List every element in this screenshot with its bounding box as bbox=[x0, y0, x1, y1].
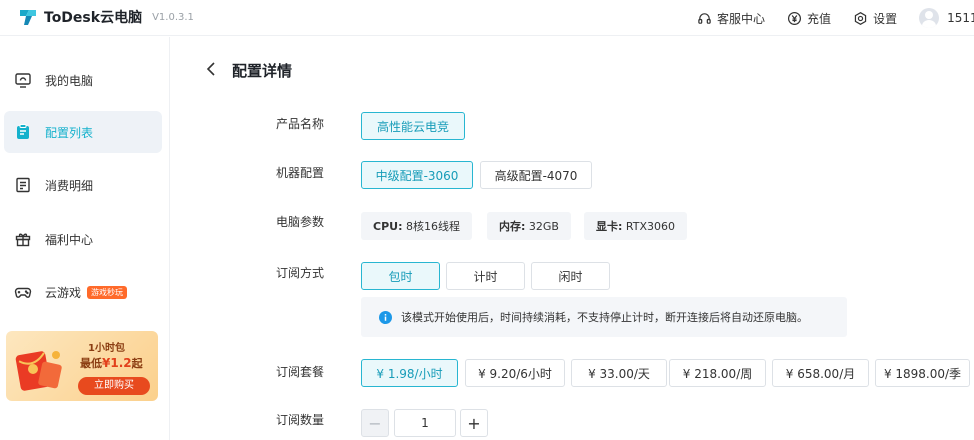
sidebar-item-billing[interactable]: 消费明细 bbox=[4, 164, 162, 206]
quantity-input[interactable] bbox=[394, 409, 456, 437]
quantity-decrement-button[interactable]: − bbox=[361, 409, 389, 437]
game-badge: 游戏秒玩 bbox=[87, 285, 128, 299]
package-label: 订阅套餐 bbox=[276, 365, 325, 379]
avatar bbox=[919, 8, 940, 28]
receipt-icon bbox=[16, 177, 30, 193]
subscription-note: 该模式开始使用后，时间持续消耗，不支持停止计时，断开连接后将自动还原电脑。 bbox=[361, 297, 847, 337]
quantity-label: 订阅数量 bbox=[276, 413, 325, 427]
subscription-option-metered[interactable]: 计时 bbox=[446, 262, 525, 290]
app-name: ToDesk云电脑 bbox=[44, 10, 143, 26]
sidebar: 我的电脑 配置列表 消费明细 福利中心 云游戏 游戏秒玩 1小时包 最低¥1.2… bbox=[0, 37, 170, 440]
headset-icon bbox=[698, 12, 711, 24]
settings-link[interactable]: 设置 bbox=[853, 10, 897, 27]
promo-price-line: 最低¥1.2起 bbox=[80, 356, 143, 370]
sidebar-item-config-list[interactable]: 配置列表 bbox=[4, 111, 162, 153]
package-option-month[interactable]: ¥ 658.00/月 bbox=[772, 359, 869, 387]
buy-now-button[interactable]: 立即购买 bbox=[78, 377, 150, 395]
package-option-hour[interactable]: ¥ 1.98/小时 bbox=[361, 359, 458, 387]
package-option-week[interactable]: ¥ 218.00/周 bbox=[669, 359, 766, 387]
machine-option-3060[interactable]: 中级配置-3060 bbox=[361, 161, 473, 189]
package-option-6hours[interactable]: ¥ 9.20/6小时 bbox=[465, 359, 565, 387]
monitor-icon bbox=[15, 73, 31, 88]
subscription-label: 订阅方式 bbox=[276, 266, 325, 280]
todesk-logo-icon bbox=[20, 10, 36, 25]
promo-price: ¥1.2 bbox=[102, 356, 132, 370]
gamepad-icon bbox=[14, 287, 32, 298]
machine-option-4070[interactable]: 高级配置-4070 bbox=[480, 161, 592, 189]
product-label: 产品名称 bbox=[276, 117, 325, 131]
app-version: V1.0.3.1 bbox=[152, 11, 194, 23]
user-id: 1511C bbox=[947, 11, 974, 25]
chevron-left-icon[interactable] bbox=[205, 60, 219, 78]
clipboard-icon bbox=[17, 124, 29, 139]
page-title: 配置详情 bbox=[232, 62, 293, 80]
machine-label: 机器配置 bbox=[276, 166, 325, 180]
top-bar: ToDesk云电脑 V1.0.3.1 客服中心 充值 设置 1511 bbox=[0, 0, 974, 36]
gear-icon bbox=[854, 11, 867, 25]
yen-icon bbox=[788, 11, 802, 25]
gift-icon bbox=[15, 233, 31, 247]
recharge-link[interactable]: 充值 bbox=[787, 10, 831, 27]
package-option-day[interactable]: ¥ 33.00/天 bbox=[571, 359, 667, 387]
sidebar-item-cloud-game[interactable]: 云游戏 游戏秒玩 bbox=[4, 271, 162, 313]
promo-banner[interactable]: 1小时包 最低¥1.2起 立即购买 bbox=[6, 331, 158, 401]
quantity-increment-button[interactable]: + bbox=[460, 409, 488, 437]
product-value[interactable]: 高性能云电竞 bbox=[361, 112, 465, 140]
user-menu[interactable]: 1511C bbox=[919, 8, 974, 28]
brand: ToDesk云电脑 V1.0.3.1 bbox=[18, 7, 194, 27]
package-option-quarter[interactable]: ¥ 1898.00/季 bbox=[875, 359, 970, 387]
customer-service-link[interactable]: 客服中心 bbox=[697, 10, 765, 27]
subscription-option-idle[interactable]: 闲时 bbox=[531, 262, 610, 290]
subscription-option-package[interactable]: 包时 bbox=[361, 262, 440, 290]
cpu-chip: CPU: 8核16线程 bbox=[361, 212, 472, 240]
sidebar-item-my-computer[interactable]: 我的电脑 bbox=[4, 59, 162, 101]
info-icon bbox=[379, 310, 392, 324]
sidebar-item-welfare[interactable]: 福利中心 bbox=[4, 218, 162, 260]
memory-chip: 内存: 32GB bbox=[487, 212, 571, 240]
gpu-chip: 显卡: RTX3060 bbox=[584, 212, 687, 240]
promo-title: 1小时包 bbox=[88, 343, 125, 354]
main-content: 配置详情 产品名称 高性能云电竞 机器配置 中级配置-3060 高级配置-407… bbox=[171, 37, 974, 440]
params-label: 电脑参数 bbox=[276, 215, 325, 229]
red-envelope-icon bbox=[15, 351, 62, 391]
